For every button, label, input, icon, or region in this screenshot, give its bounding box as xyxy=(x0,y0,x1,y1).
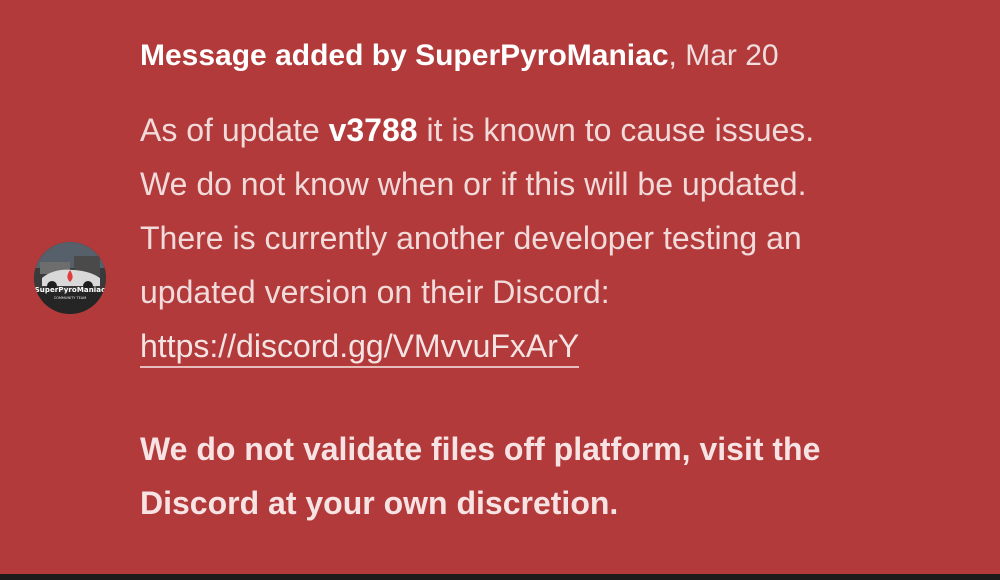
body-line-1-before: As of update xyxy=(140,112,329,148)
warning-line-1: We do not validate files off platform, v… xyxy=(140,431,821,467)
avatar-logo-subtext: COMMUNITY TEAM xyxy=(53,296,87,300)
warning-line-2: Discord at your own discretion. xyxy=(140,485,619,521)
avatar-logo-text: SuperPyroManiac xyxy=(34,286,106,294)
message-header: Message added by SuperPyroManiac, Mar 20 xyxy=(140,36,980,76)
header-separator: , xyxy=(668,39,677,72)
version-label: v3788 xyxy=(328,112,418,148)
body-line-5: https://discord.gg/VMvvuFxArY xyxy=(140,319,980,373)
body-line-1-after: it is known to cause issues. xyxy=(417,112,815,148)
message-author[interactable]: Message added by SuperPyroManiac xyxy=(140,39,669,72)
message-date: Mar 20 xyxy=(685,39,779,72)
body-line-1: As of update v3788 it is known to cause … xyxy=(140,103,980,157)
warning-text: We do not validate files off platform, v… xyxy=(140,422,980,530)
body-line-4: updated version on their Discord: xyxy=(140,274,610,310)
body-line-3: There is currently another developer tes… xyxy=(140,220,802,256)
message-panel: SuperPyroManiac COMMUNITY TEAM Message a… xyxy=(0,0,1000,574)
bottom-bar xyxy=(0,574,1000,580)
avatar-image xyxy=(34,242,106,314)
message-body: As of update v3788 it is known to cause … xyxy=(140,103,980,373)
discord-link[interactable]: https://discord.gg/VMvvuFxArY xyxy=(140,328,580,368)
author-avatar[interactable]: SuperPyroManiac COMMUNITY TEAM xyxy=(34,242,106,314)
body-line-2: We do not know when or if this will be u… xyxy=(140,166,807,202)
